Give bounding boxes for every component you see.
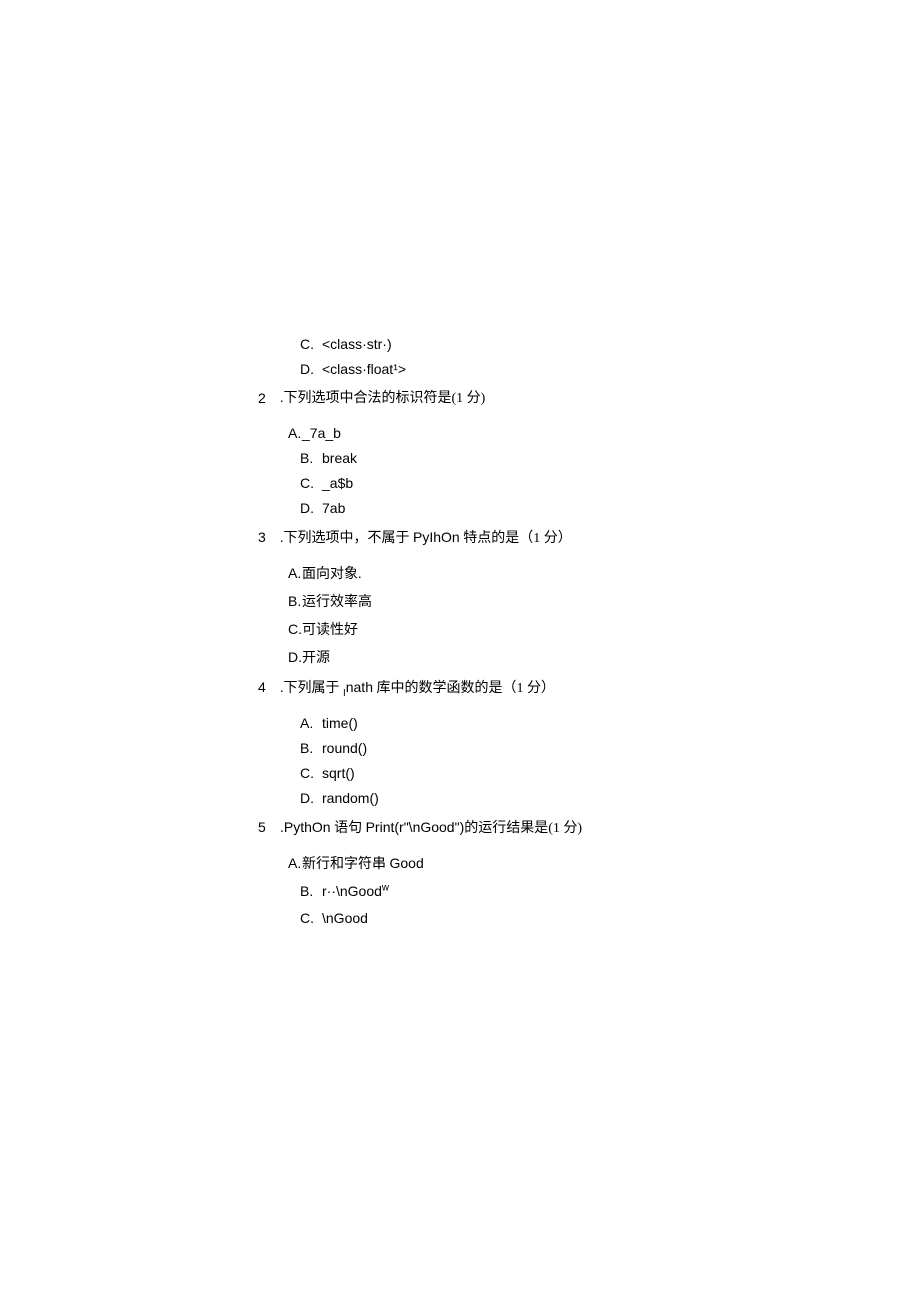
option-letter: B. (300, 738, 322, 759)
option-text: <class·float¹> (322, 361, 406, 377)
option-letter: D. (300, 788, 322, 809)
option-text: 运行效率高 (302, 595, 372, 610)
question-body: .下列选项中合法的标识符是(1 分) (280, 388, 485, 409)
q5-option-c: C.\nGood (258, 908, 758, 929)
option-letter: A. (288, 563, 302, 584)
option-letter: C. (288, 619, 302, 640)
option-letter: C. (300, 473, 322, 494)
question-3: 3 .下列选项中，不属于 PyIhOn 特点的是（1 分） (258, 527, 758, 549)
option-text: 可读性好 (302, 623, 358, 638)
option-letter: C. (300, 908, 322, 929)
question-body: .下列选项中，不属于 PyIhOn 特点的是（1 分） (280, 527, 572, 549)
option-letter: C. (300, 763, 322, 784)
question-2: 2 .下列选项中合法的标识符是(1 分) (258, 388, 758, 409)
option-text: random() (322, 790, 379, 806)
q4-option-b: B.round() (258, 738, 758, 759)
q2-option-d: D.7ab (258, 498, 758, 519)
q2-option-c: C._a$b (258, 473, 758, 494)
txt: 特点的是（1 分） (460, 531, 572, 546)
option-text: round() (322, 740, 367, 756)
q4-option-a: A.time() (258, 713, 758, 734)
option-text: r··\nGoodw (322, 883, 389, 899)
option-letter: A. (288, 853, 302, 874)
txt: Print(r"\nGood") (366, 819, 465, 835)
option-letter: B. (300, 448, 322, 469)
option-text: 面向对象. (302, 567, 362, 582)
option-letter: B. (300, 881, 322, 902)
q4-option-c: C.sqrt() (258, 763, 758, 784)
txt: .PythOn (280, 819, 331, 835)
frag1-option-d: D.<class·float¹> (258, 359, 758, 380)
question-number: 4 (258, 677, 280, 699)
option-text: <class·str·) (322, 336, 392, 352)
q3-option-d: D.开源 (258, 647, 758, 669)
option-text: 7ab (322, 500, 345, 516)
txt: 库中的数学函数的是（1 分） (373, 681, 555, 696)
option-letter: D. (288, 647, 302, 668)
question-body: .PythOn 语句 Print(r"\nGood")的运行结果是(1 分) (280, 817, 582, 839)
txt: PyIhOn (413, 529, 460, 545)
txt: .下列属于 (280, 681, 343, 696)
q4-option-d: D.random() (258, 788, 758, 809)
option-text: sqrt() (322, 765, 355, 781)
q5-option-a: A.新行和字符串 Good (258, 853, 758, 875)
txt: w (382, 882, 389, 893)
question-body: .下列属于 Inath 库中的数学函数的是（1 分） (280, 677, 555, 699)
txt: nath (346, 679, 373, 695)
question-number: 5 (258, 817, 280, 839)
q3-option-b: B.运行效率高 (258, 591, 758, 613)
option-text: time() (322, 715, 358, 731)
txt: .下列选项中，不属于 (280, 531, 413, 546)
option-text: _a$b (322, 475, 353, 491)
option-text: 开源 (302, 651, 330, 666)
q3-option-a: A.面向对象. (258, 563, 758, 585)
q5-option-b: B.r··\nGoodw (258, 881, 758, 902)
option-text: break (322, 450, 357, 466)
question-5: 5 .PythOn 语句 Print(r"\nGood")的运行结果是(1 分) (258, 817, 758, 839)
frag1-option-c: C.<class·str·) (258, 334, 758, 355)
question-number: 2 (258, 388, 280, 409)
q2-option-b: B.break (258, 448, 758, 469)
option-letter: A. (300, 713, 322, 734)
q2-option-a: A._7a_b (258, 423, 758, 444)
txt: r··\nGood (322, 883, 382, 899)
option-text: _7a_b (302, 425, 341, 441)
option-text: Good (390, 855, 424, 871)
option-letter: D. (300, 498, 322, 519)
option-text: 新行和字符串 (302, 857, 390, 872)
txt: 的运行结果是(1 分) (464, 821, 582, 836)
exam-content: C.<class·str·) D.<class·float¹> 2 .下列选项中… (258, 334, 758, 933)
question-4: 4 .下列属于 Inath 库中的数学函数的是（1 分） (258, 677, 758, 699)
option-letter: D. (300, 359, 322, 380)
option-text: \nGood (322, 910, 368, 926)
q3-option-c: C.可读性好 (258, 619, 758, 641)
txt: 语句 (331, 821, 366, 836)
question-number: 3 (258, 527, 280, 549)
option-letter: A. (288, 423, 302, 444)
option-letter: B. (288, 591, 302, 612)
option-letter: C. (300, 334, 322, 355)
